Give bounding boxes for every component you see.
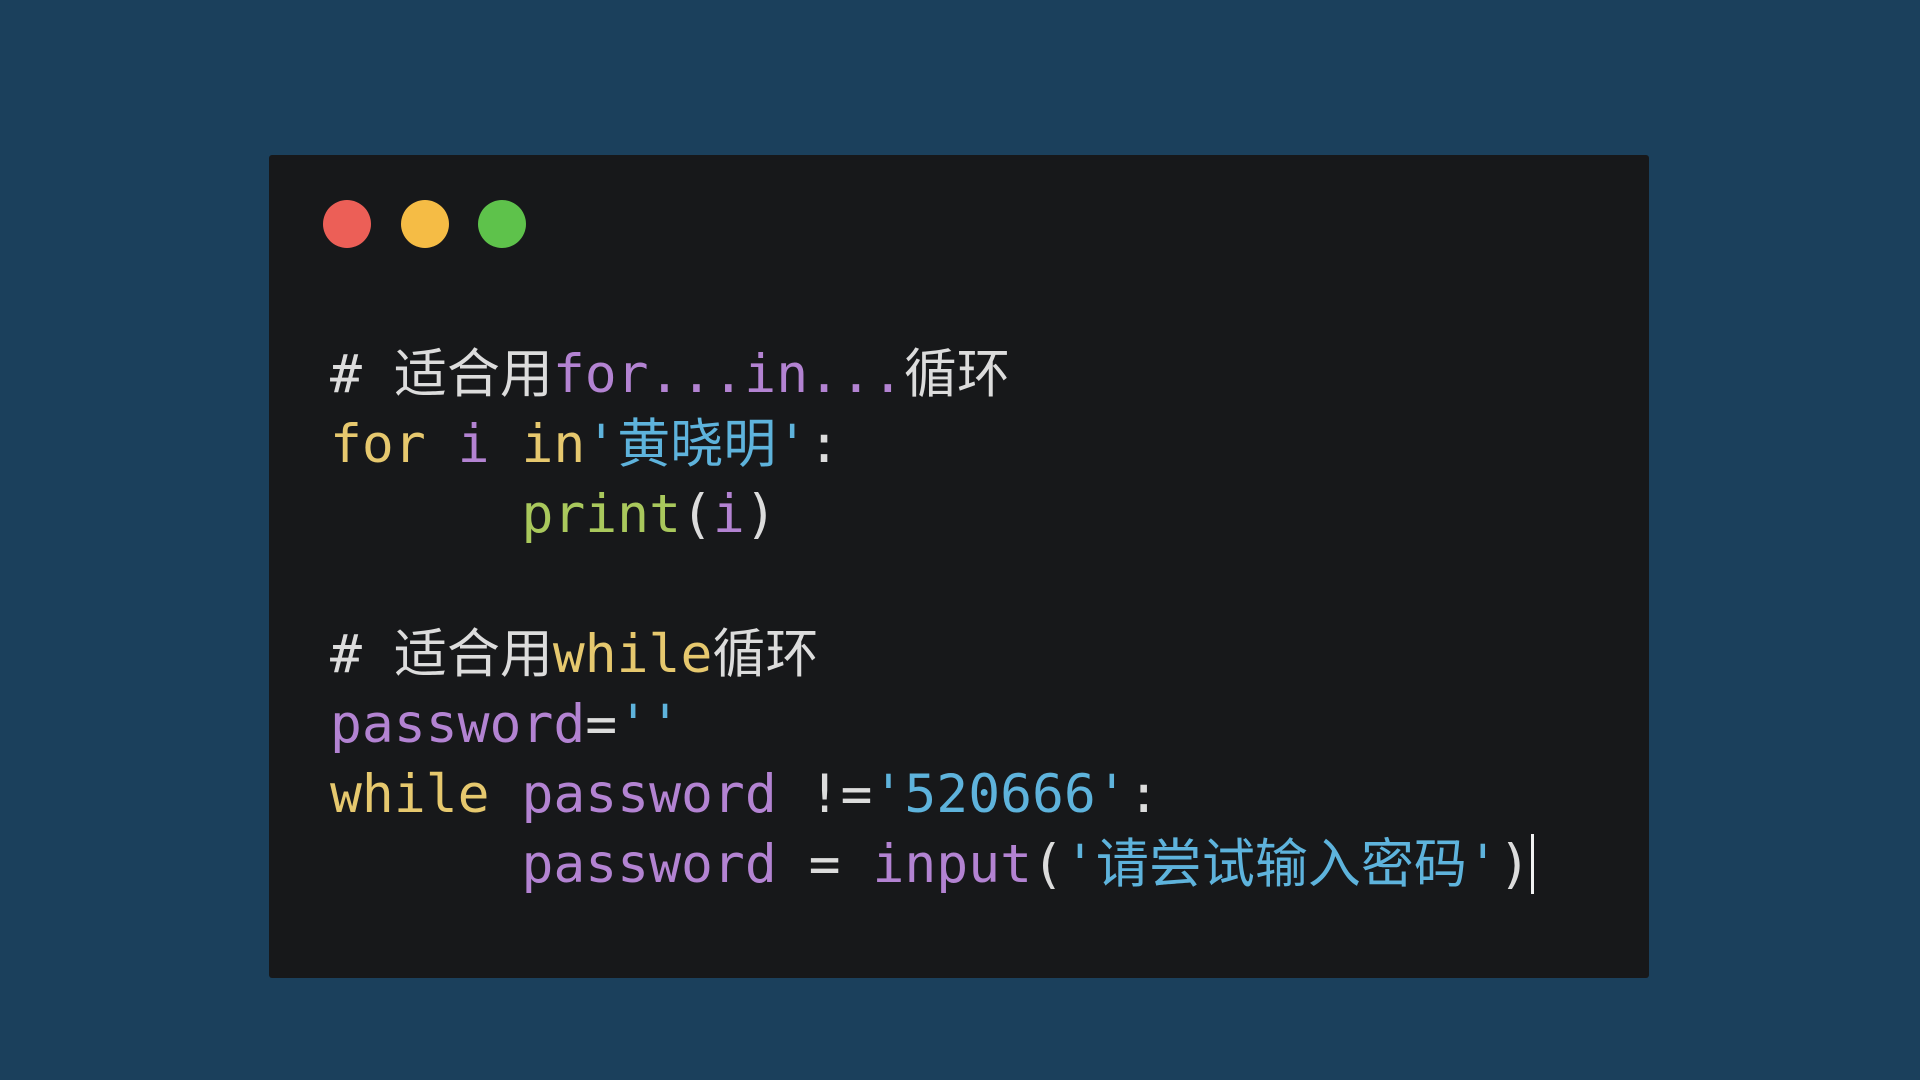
code-line: password='' [330, 690, 1534, 760]
code-token-var: for...in... [552, 344, 904, 405]
code-token-plain: = [808, 834, 873, 895]
code-token-plain: ) [1498, 834, 1531, 895]
text-cursor [1530, 834, 1534, 894]
code-token-keyword: for [330, 414, 458, 475]
code-token-comment: # 适合用 [330, 344, 553, 405]
maximize-button[interactable] [478, 200, 526, 248]
code-token-plain: ) [744, 484, 777, 545]
code-token-string: '黄晓明' [585, 414, 809, 475]
code-token-comment: 循环 [712, 624, 819, 685]
code-token-keyword: in [521, 414, 586, 475]
code-token-comment: # 适合用 [330, 624, 553, 685]
code-line: for i in'黄晓明': [330, 410, 1534, 480]
code-token-string: '请尝试输入密码' [1063, 834, 1499, 895]
code-token-var: input [872, 834, 1033, 895]
close-button[interactable] [323, 200, 371, 248]
code-token-keyword: while [552, 624, 713, 685]
code-line: # 适合用for...in...循环 [330, 340, 1534, 410]
code-token-var: i [712, 484, 745, 545]
code-token-var: password [521, 834, 809, 895]
code-token-var: password [521, 764, 809, 825]
code-token-string: '' [617, 694, 682, 755]
code-token-string: '520666' [872, 764, 1128, 825]
code-token-plain: ( [1032, 834, 1064, 895]
code-token-plain: ( [681, 484, 713, 545]
code-token-plain: : [808, 414, 841, 475]
minimize-button[interactable] [401, 200, 449, 248]
code-line: password = input('请尝试输入密码') [330, 830, 1534, 900]
code-token-func: print [521, 484, 681, 545]
code-line: print(i) [330, 480, 1534, 550]
code-token-plain: = [585, 694, 618, 755]
code-editor[interactable]: # 适合用for...in...循环 for i in'黄晓明': print(i… [330, 340, 1534, 900]
code-token-var: password [330, 694, 586, 755]
code-token-var: i [457, 414, 522, 475]
code-token-plain: : [1127, 764, 1160, 825]
code-line: while password !='520666': [330, 760, 1534, 830]
code-line: # 适合用while循环 [330, 620, 1534, 690]
code-token-comment: 循环 [903, 344, 1010, 405]
code-token-plain: != [808, 764, 873, 825]
code-token-keyword: while [330, 764, 522, 825]
